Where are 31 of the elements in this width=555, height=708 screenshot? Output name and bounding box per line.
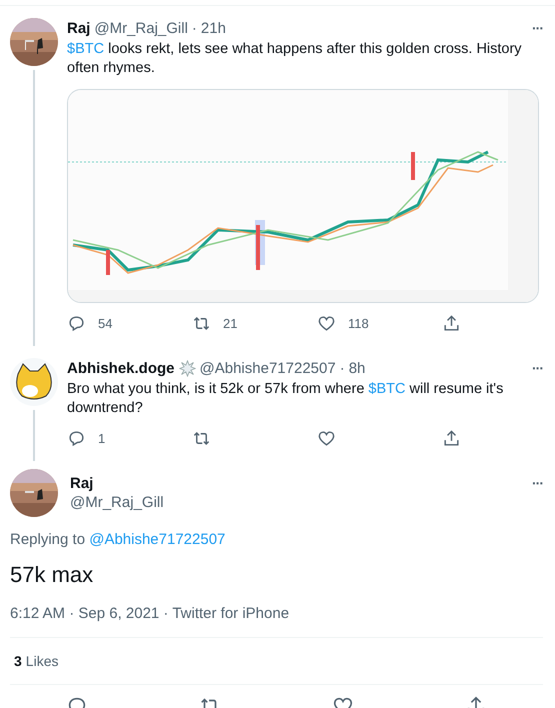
user-name[interactable]: Raj [67, 20, 90, 36]
likes-label[interactable]: Likes [26, 653, 58, 669]
reply-icon[interactable] [67, 428, 86, 448]
tweet-timestamp[interactable]: 6:12 AM · Sep 6, 2021 · Twitter for iPhone [10, 605, 543, 638]
action-count: 54 [98, 316, 112, 330]
replying-to-text: Replying to @Abhishe71722507 [10, 531, 226, 548]
tweet-text: Bro what you think, is it 52k or 57k from where $BTC will resume it's downtrend? [67, 380, 504, 418]
more-icon[interactable]: ··· [532, 360, 543, 376]
user-handle[interactable]: @Mr_Raj_Gill [94, 20, 188, 36]
tweet-time[interactable]: 21h [200, 20, 226, 36]
tweet-text: $BTC looks rekt, lets see what happens after this golden cross. History often rhymes. [67, 40, 523, 78]
user-name[interactable]: Abhishek.doge [67, 360, 175, 376]
heart-icon[interactable] [317, 428, 336, 448]
user-handle[interactable]: @Mr_Raj_Gill [70, 493, 164, 512]
action-count: 118 [348, 316, 369, 330]
heart-icon[interactable] [317, 314, 336, 332]
separator-dot: · [192, 20, 197, 36]
reply-icon[interactable] [67, 314, 86, 332]
avatar-icon[interactable] [10, 358, 58, 406]
more-icon[interactable]: ··· [532, 20, 543, 36]
likes-count[interactable]: 3 [14, 653, 22, 669]
user-handle[interactable]: @Abhishe71722507 [200, 360, 336, 376]
separator-dot: · [340, 360, 345, 376]
more-icon[interactable]: ··· [532, 475, 543, 491]
tweet-text: 57k max [10, 562, 94, 588]
share-icon[interactable] [442, 428, 461, 448]
action-count: 21 [223, 316, 238, 330]
action-count: 1 [98, 430, 106, 446]
user-name[interactable]: Raj [70, 474, 160, 493]
share-icon[interactable] [442, 314, 461, 332]
tweet-time[interactable]: 8h [348, 360, 366, 376]
